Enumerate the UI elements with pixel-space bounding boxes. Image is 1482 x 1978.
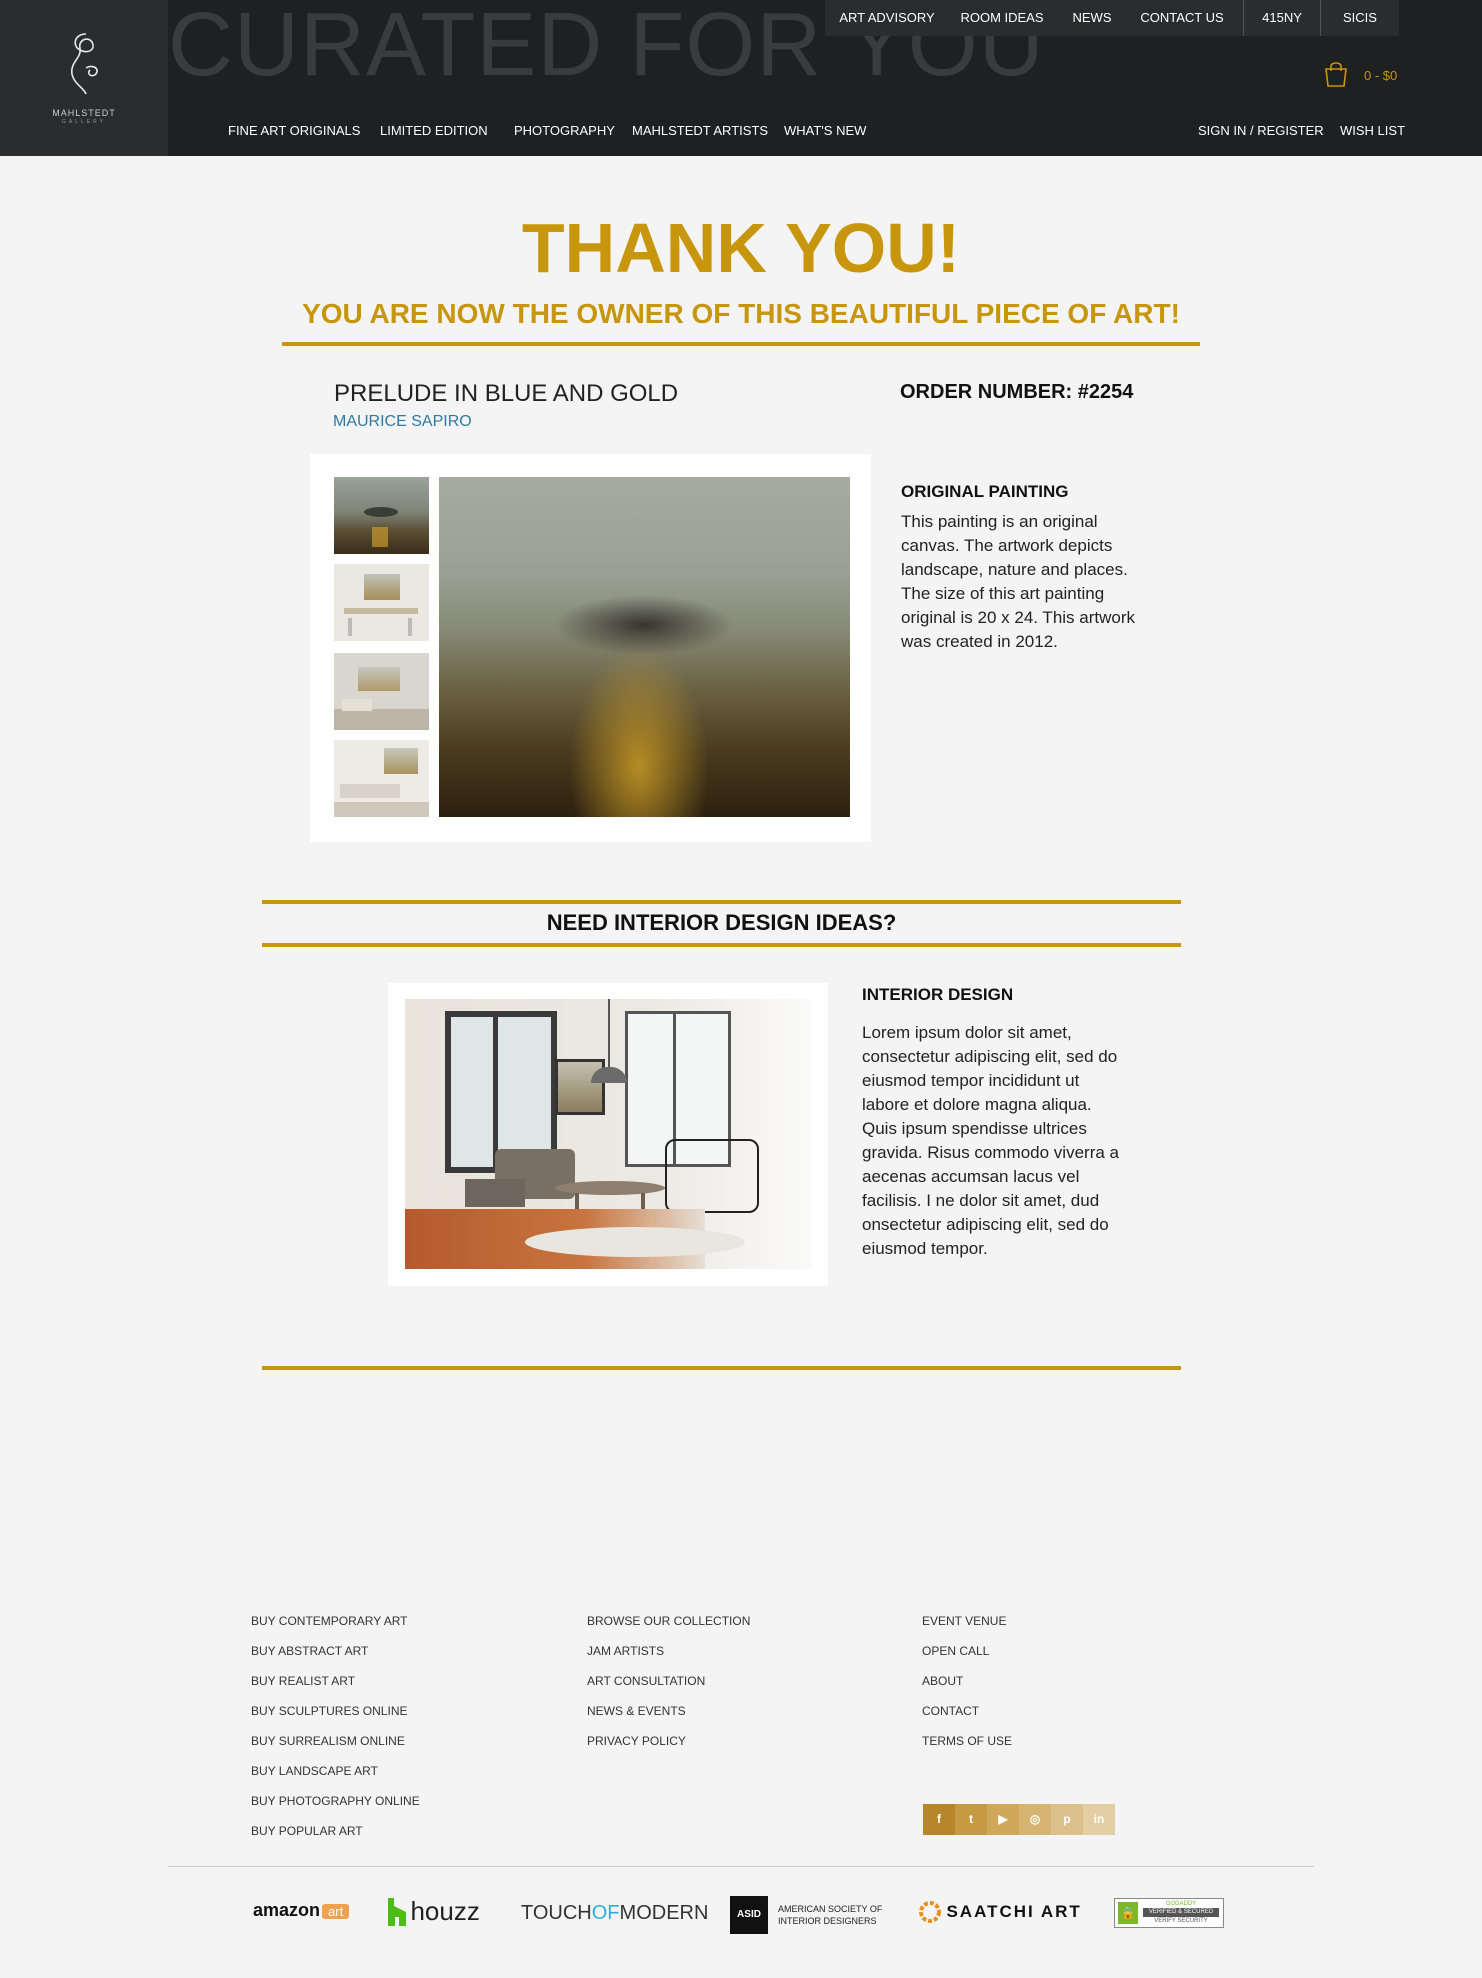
- linkedin-icon[interactable]: in: [1083, 1804, 1115, 1835]
- saatchi-ring-icon: [919, 1901, 941, 1923]
- logo-subtext: GALLERY: [62, 119, 106, 125]
- nav-art-advisory[interactable]: ART ADVISORY: [825, 0, 949, 36]
- nav-mahlstedt-artists[interactable]: MAHLSTEDT ARTISTS: [632, 123, 768, 138]
- shopping-bag-icon[interactable]: [1323, 60, 1349, 88]
- logo-text: MAHLSTEDT: [52, 108, 116, 118]
- footer-link[interactable]: EVENT VENUE: [922, 1614, 1006, 1628]
- nav-fine-art-originals[interactable]: FINE ART ORIGINALS: [228, 123, 360, 138]
- footer-link[interactable]: PRIVACY POLICY: [587, 1734, 686, 1748]
- lock-icon: 🔒: [1118, 1902, 1138, 1924]
- artwork-title: PRELUDE IN BLUE AND GOLD: [334, 380, 679, 407]
- divider: [262, 900, 1181, 904]
- interior-design-image[interactable]: [405, 999, 812, 1269]
- godaddy-mid-text: VERIFIED & SECURED: [1143, 1908, 1219, 1917]
- nav-limited-edition[interactable]: LIMITED EDITION: [380, 123, 488, 138]
- footer-link[interactable]: BUY LANDSCAPE ART: [251, 1764, 378, 1778]
- nav-415ny[interactable]: 415NY: [1244, 0, 1320, 36]
- footer-link[interactable]: BUY POPULAR ART: [251, 1824, 363, 1838]
- room-thumbnail[interactable]: [334, 564, 429, 641]
- detail-heading: ORIGINAL PAINTING: [901, 482, 1069, 501]
- godaddy-top-text: GODADDY: [1165, 1901, 1197, 1907]
- wish-list-link[interactable]: WISH LIST: [1340, 123, 1405, 138]
- divider: [262, 943, 1181, 947]
- footer-link[interactable]: BUY PHOTOGRAPHY ONLINE: [251, 1794, 420, 1808]
- footer-link[interactable]: ART CONSULTATION: [587, 1674, 705, 1688]
- footer-link[interactable]: OPEN CALL: [922, 1644, 989, 1658]
- room-thumbnail[interactable]: [334, 740, 429, 817]
- touch-wordmark: TOUCH: [521, 1902, 592, 1924]
- footer-divider: [168, 1866, 1314, 1867]
- artist-link[interactable]: MAURICE SAPIRO: [333, 413, 472, 431]
- footer-link[interactable]: BROWSE OUR COLLECTION: [587, 1614, 750, 1628]
- divider: [262, 1366, 1181, 1370]
- ideas-heading: NEED INTERIOR DESIGN IDEAS?: [546, 910, 897, 935]
- nav-contact-us[interactable]: CONTACT US: [1129, 0, 1235, 36]
- footer-link[interactable]: BUY ABSTRACT ART: [251, 1644, 368, 1658]
- footer-link[interactable]: BUY CONTEMPORARY ART: [251, 1614, 408, 1628]
- saatchi-wordmark: SAATCHI ART: [946, 1902, 1082, 1921]
- page-title: THANK YOU!: [521, 209, 961, 287]
- footer-link[interactable]: TERMS OF USE: [922, 1734, 1012, 1748]
- divider: [282, 342, 1200, 346]
- of-wordmark: OF: [591, 1902, 620, 1924]
- houzz-logo[interactable]: houzz: [388, 1896, 480, 1927]
- twitter-icon[interactable]: t: [955, 1804, 987, 1835]
- interior-heading: INTERIOR DESIGN: [862, 985, 1014, 1004]
- saatchi-art-logo[interactable]: SAATCHI ART: [918, 1900, 1082, 1924]
- amazon-art-logo[interactable]: amazon art: [253, 1900, 350, 1921]
- asid-mark: ASID: [730, 1896, 768, 1934]
- footer-link[interactable]: ABOUT: [922, 1674, 963, 1688]
- nav-photography[interactable]: PHOTOGRAPHY: [514, 123, 615, 138]
- artwork-thumbnail[interactable]: [334, 477, 429, 554]
- instagram-icon[interactable]: ◎: [1019, 1804, 1051, 1835]
- asid-line-1: AMERICAN SOCIETY OF: [778, 1904, 883, 1914]
- footer-link[interactable]: JAM ARTISTS: [587, 1644, 664, 1658]
- nav-news[interactable]: NEWS: [1055, 0, 1129, 36]
- nav-sicis[interactable]: SICIS: [1321, 0, 1399, 36]
- footer-link[interactable]: CONTACT: [922, 1704, 979, 1718]
- footer-link[interactable]: BUY SCULPTURES ONLINE: [251, 1704, 408, 1718]
- detail-description: This painting is an original canvas. The…: [901, 512, 1136, 651]
- godaddy-bottom-text: VERIFY SECURITY: [1154, 1918, 1208, 1924]
- nav-whats-new[interactable]: WHAT'S NEW: [784, 123, 866, 138]
- touch-of-modern-logo[interactable]: TOUCHOFMODERN: [521, 1902, 708, 1925]
- footer-link[interactable]: NEWS & EVENTS: [587, 1704, 686, 1718]
- artwork-main-image[interactable]: [439, 477, 850, 817]
- order-number: ORDER NUMBER: #2254: [900, 381, 1134, 403]
- modern-wordmark: MODERN: [619, 1902, 709, 1924]
- nav-room-ideas[interactable]: ROOM IDEAS: [949, 0, 1055, 36]
- page-subtitle: YOU ARE NOW THE OWNER OF THIS BEAUTIFUL …: [302, 298, 1180, 329]
- amazon-art-badge: art: [322, 1904, 350, 1919]
- youtube-icon[interactable]: ▶: [987, 1804, 1019, 1835]
- facebook-icon[interactable]: f: [923, 1804, 955, 1835]
- houzz-icon: [388, 1897, 406, 1926]
- cart-total[interactable]: 0 - $0: [1364, 68, 1397, 83]
- amazon-wordmark: amazon: [253, 1900, 321, 1920]
- interior-description: Lorem ipsum dolor sit amet, consectetur …: [862, 1023, 1119, 1258]
- pinterest-icon[interactable]: p: [1051, 1804, 1083, 1835]
- footer-link[interactable]: BUY REALIST ART: [251, 1674, 355, 1688]
- logo-mark-icon: [71, 33, 98, 95]
- sign-in-register-link[interactable]: SIGN IN / REGISTER: [1198, 123, 1324, 138]
- houzz-wordmark: houzz: [410, 1896, 480, 1926]
- godaddy-verified-badge[interactable]: 🔒 GODADDY VERIFIED & SECURED VERIFY SECU…: [1114, 1898, 1224, 1928]
- logo[interactable]: MAHLSTEDT GALLERY: [0, 0, 168, 156]
- footer-link[interactable]: BUY SURREALISM ONLINE: [251, 1734, 405, 1748]
- asid-line-2: INTERIOR DESIGNERS: [778, 1916, 877, 1926]
- room-thumbnail[interactable]: [334, 653, 429, 730]
